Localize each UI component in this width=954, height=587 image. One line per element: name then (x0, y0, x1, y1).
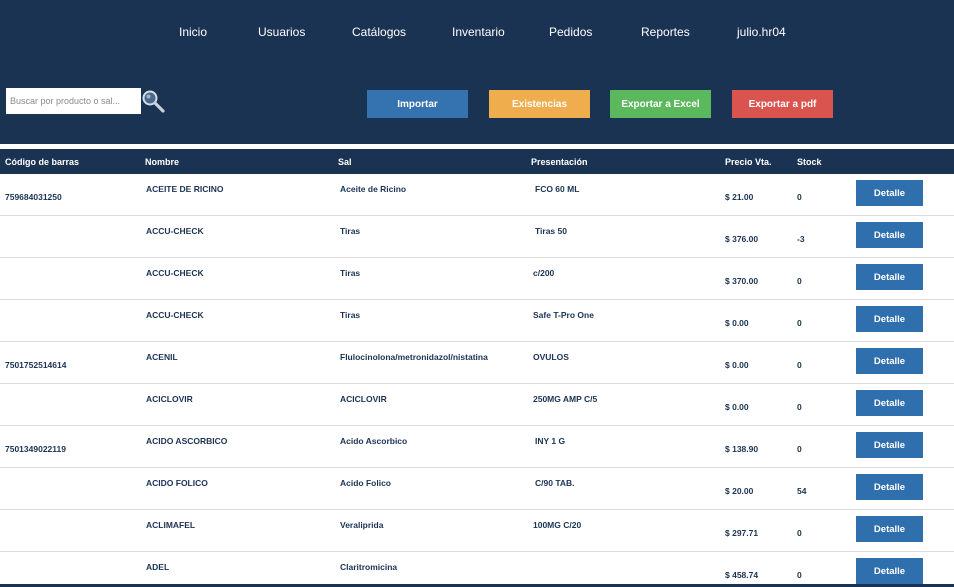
cell-precio: $ 370.00 (725, 276, 759, 286)
cell-codigo: 7501349022119 (5, 444, 66, 454)
cell-presentacion: OVULOS (533, 352, 569, 362)
header-stock: Stock (797, 157, 822, 167)
cell-precio: $ 297.71 (725, 528, 759, 538)
table-header: Código de barras Nombre Sal Presentación… (0, 149, 954, 174)
cell-precio: $ 21.00 (725, 192, 754, 202)
header-codigo: Código de barras (5, 157, 80, 167)
detalle-button[interactable]: Detalle (856, 432, 923, 458)
nav-pedidos[interactable]: Pedidos (549, 25, 592, 39)
cell-presentacion: C/90 TAB. (535, 478, 575, 488)
cell-stock: 0 (797, 276, 802, 286)
cell-stock: 54 (797, 486, 807, 496)
table-row: ACICLOVIR ACICLOVIR 250MG AMP C/5 $ 0.00… (0, 384, 954, 426)
cell-precio: $ 376.00 (725, 234, 759, 244)
detalle-button[interactable]: Detalle (856, 222, 923, 248)
table-row: 759684031250 ACEITE DE RICINO Aceite de … (0, 174, 954, 216)
header-precio: Precio Vta. (725, 157, 772, 167)
cell-codigo: 759684031250 (5, 192, 62, 202)
cell-stock: 0 (797, 570, 802, 580)
nav-inventario[interactable]: Inventario (452, 25, 505, 39)
cell-sal: ACICLOVIR (340, 394, 387, 404)
exportar-pdf-button[interactable]: Exportar a pdf (732, 90, 833, 118)
cell-stock: 0 (797, 192, 802, 202)
table-row: ACIDO FOLICO Acido Folico C/90 TAB. $ 20… (0, 468, 954, 510)
nav-usuarios[interactable]: Usuarios (258, 25, 305, 39)
cell-nombre: ACIDO ASCORBICO (146, 436, 228, 446)
cell-stock: -3 (797, 234, 805, 244)
cell-nombre: ACCU-CHECK (146, 268, 204, 278)
cell-stock: 0 (797, 360, 802, 370)
detalle-button[interactable]: Detalle (856, 180, 923, 206)
cell-precio: $ 0.00 (725, 402, 749, 412)
importar-button[interactable]: Importar (367, 90, 468, 118)
cell-sal: Tiras (340, 226, 361, 236)
cell-presentacion: 250MG AMP C/5 (533, 394, 598, 404)
search-input[interactable] (6, 88, 141, 114)
cell-nombre: ACEITE DE RICINO (146, 184, 224, 194)
cell-sal: Tiras (340, 268, 361, 278)
cell-nombre: ACIDO FOLICO (146, 478, 208, 488)
cell-nombre: ACLIMAFEL (146, 520, 196, 530)
nav-inicio[interactable]: Inicio (179, 25, 207, 39)
header-presentacion: Presentación (531, 157, 588, 167)
detalle-button[interactable]: Detalle (856, 516, 923, 542)
cell-precio: $ 458.74 (725, 570, 759, 580)
table-row: ACCU-CHECK Tiras c/200 $ 370.00 0 Detall… (0, 258, 954, 300)
table-row: 7501752514614 ACENIL Flulocinolona/metro… (0, 342, 954, 384)
cell-presentacion: FCO 60 ML (535, 184, 580, 194)
cell-stock: 0 (797, 528, 802, 538)
detalle-button[interactable]: Detalle (856, 474, 923, 500)
cell-stock: 0 (797, 402, 802, 412)
cell-sal: Acido Folico (340, 478, 391, 488)
cell-nombre: ADEL (146, 562, 170, 572)
cell-presentacion: c/200 (533, 268, 555, 278)
cell-sal: Aceite de Ricino (340, 184, 407, 194)
table-row: ADEL Claritromicina $ 458.74 0 Detalle (0, 552, 954, 587)
cell-precio: $ 0.00 (725, 318, 749, 328)
cell-stock: 0 (797, 444, 802, 454)
header-sal: Sal (338, 157, 352, 167)
cell-sal: Flulocinolona/metronidazol/nistatina (340, 352, 488, 362)
exportar-excel-button[interactable]: Exportar a Excel (610, 90, 711, 118)
cell-presentacion: Safe T-Pro One (533, 310, 594, 320)
search-icon[interactable] (141, 89, 167, 115)
cell-nombre: ACENIL (146, 352, 178, 362)
cell-precio: $ 20.00 (725, 486, 754, 496)
table-row: ACCU-CHECK Tiras Safe T-Pro One $ 0.00 0… (0, 300, 954, 342)
detalle-button[interactable]: Detalle (856, 558, 923, 584)
existencias-button[interactable]: Existencias (489, 90, 590, 118)
top-header: Inicio Usuarios Catálogos Inventario Ped… (0, 0, 954, 144)
detalle-button[interactable]: Detalle (856, 306, 923, 332)
nav-user-menu[interactable]: julio.hr04 (737, 25, 786, 39)
detalle-button[interactable]: Detalle (856, 348, 923, 374)
cell-sal: Acido Ascorbico (340, 436, 408, 446)
table-row: ACLIMAFEL Veraliprida 100MG C/20 $ 297.7… (0, 510, 954, 552)
cell-precio: $ 138.90 (725, 444, 759, 454)
cell-presentacion: INY 1 G (535, 436, 566, 446)
cell-precio: $ 0.00 (725, 360, 749, 370)
nav-catalogos[interactable]: Catálogos (352, 25, 406, 39)
cell-sal: Tiras (340, 310, 361, 320)
cell-codigo: 7501752514614 (5, 360, 67, 370)
detalle-button[interactable]: Detalle (856, 390, 923, 416)
header-nombre: Nombre (145, 157, 180, 167)
cell-sal: Veraliprida (340, 520, 384, 530)
detalle-button[interactable]: Detalle (856, 264, 923, 290)
cell-nombre: ACCU-CHECK (146, 226, 204, 236)
cell-presentacion: 100MG C/20 (533, 520, 582, 530)
table-row: 7501349022119 ACIDO ASCORBICO Acido Asco… (0, 426, 954, 468)
nav-reportes[interactable]: Reportes (641, 25, 690, 39)
table-row: ACCU-CHECK Tiras Tiras 50 $ 376.00 -3 De… (0, 216, 954, 258)
cell-stock: 0 (797, 318, 802, 328)
cell-nombre: ACCU-CHECK (146, 310, 204, 320)
cell-presentacion: Tiras 50 (535, 226, 567, 236)
cell-sal: Claritromicina (340, 562, 398, 572)
cell-nombre: ACICLOVIR (146, 394, 193, 404)
